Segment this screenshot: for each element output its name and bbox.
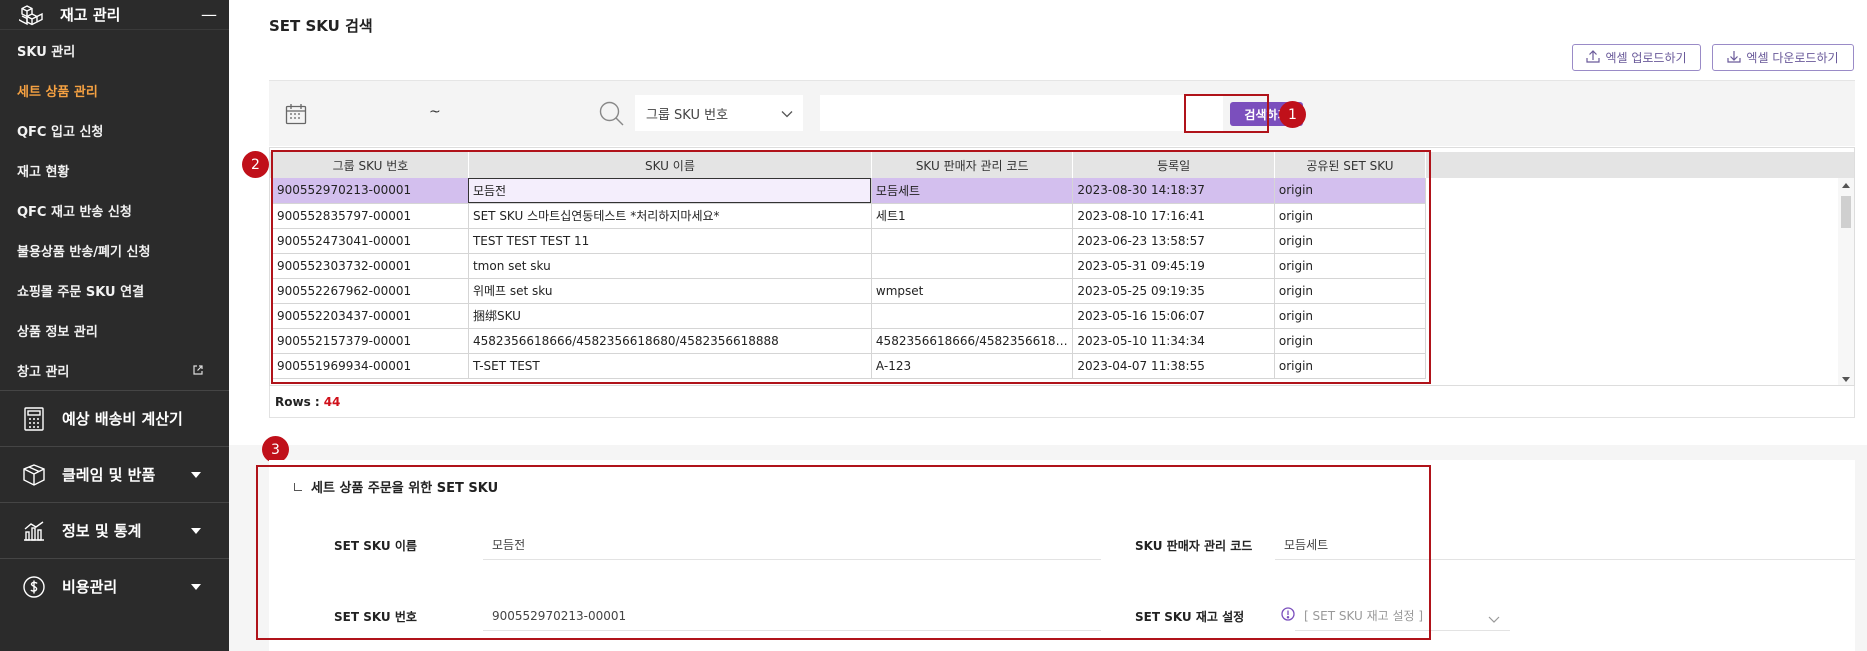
sidebar-section-title: 재고 관리 xyxy=(60,6,121,24)
excel-upload-label: 엑셀 업로드하기 xyxy=(1605,51,1687,65)
search-field-select[interactable]: 그룹 SKU 번호 xyxy=(635,95,803,131)
sidebar-item-qfc-inbound[interactable]: QFC 입고 신청 xyxy=(0,110,229,150)
sidebar-group-shipping-calc[interactable]: 예상 배송비 계산기 xyxy=(0,390,229,446)
calculator-icon xyxy=(20,406,48,432)
search-icon xyxy=(599,101,624,130)
annotation-badge-2: 2 xyxy=(242,151,269,178)
sidebar-item-label: QFC 재고 반송 신청 xyxy=(17,204,132,220)
sidebar-group-costs[interactable]: 비용관리 xyxy=(0,558,229,614)
caret-down-icon xyxy=(191,527,201,534)
sidebar-item-label: QFC 입고 신청 xyxy=(17,124,104,140)
rows-count-bar: Rows : 44 xyxy=(269,386,1855,418)
highlight-box-1 xyxy=(1184,94,1269,133)
box-return-icon xyxy=(20,462,48,488)
sidebar-submenu: SKU 관리 세트 상품 관리 QFC 입고 신청 재고 현황 QFC 재고 반… xyxy=(0,30,229,390)
sidebar-item-qfc-return[interactable]: QFC 재고 반송 신청 xyxy=(0,190,229,230)
sidebar-item-label: 세트 상품 관리 xyxy=(17,84,98,100)
boxes-icon xyxy=(18,3,46,27)
external-link-icon xyxy=(193,364,203,379)
sidebar-group-label: 클레임 및 반품 xyxy=(62,466,156,484)
excel-download-label: 엑셀 다운로드하기 xyxy=(1746,51,1839,65)
caret-down-icon xyxy=(191,583,201,590)
caret-down-icon xyxy=(191,471,201,478)
annotation-badge-1: 1 xyxy=(1279,101,1306,128)
download-icon xyxy=(1727,50,1742,66)
search-input[interactable] xyxy=(820,95,1223,131)
search-bar: ~ 그룹 SKU 번호 검색하기 xyxy=(269,80,1855,146)
page-title: SET SKU 검색 xyxy=(269,17,373,35)
sidebar-item-set-products[interactable]: 세트 상품 관리 xyxy=(0,70,229,110)
chart-icon xyxy=(20,518,48,544)
scroll-down-icon[interactable] xyxy=(1842,377,1850,382)
sidebar-item-label: 불용상품 반송/폐기 신청 xyxy=(17,244,151,260)
sidebar-item-stock-status[interactable]: 재고 현황 xyxy=(0,150,229,190)
excel-upload-button[interactable]: 엑셀 업로드하기 xyxy=(1572,44,1701,71)
scroll-thumb[interactable] xyxy=(1841,196,1851,228)
sidebar-item-unusable-return[interactable]: 불용상품 반송/폐기 신청 xyxy=(0,230,229,270)
highlight-box-3 xyxy=(256,465,1431,640)
sidebar-item-sku[interactable]: SKU 관리 xyxy=(0,30,229,70)
main-content: SET SKU 검색 엑셀 업로드하기 엑셀 다운로드하기 ~ 그룹 SKU 번… xyxy=(229,0,1867,651)
sidebar-item-warehouse[interactable]: 창고 관리 xyxy=(0,350,229,390)
dollar-coin-icon xyxy=(20,574,48,600)
upload-icon xyxy=(1586,49,1601,66)
sidebar-group-label: 비용관리 xyxy=(62,578,118,596)
search-field-select-value: 그룹 SKU 번호 xyxy=(646,107,729,123)
excel-download-button[interactable]: 엑셀 다운로드하기 xyxy=(1712,44,1854,71)
vertical-scrollbar[interactable] xyxy=(1838,178,1854,385)
sidebar-item-label: 재고 현황 xyxy=(17,164,70,180)
sidebar-item-label: SKU 관리 xyxy=(17,44,76,60)
sidebar: 재고 관리 — SKU 관리 세트 상품 관리 QFC 입고 신청 재고 현황 … xyxy=(0,0,229,651)
sidebar-group-stats[interactable]: 정보 및 통계 xyxy=(0,502,229,558)
chevron-down-icon xyxy=(781,107,793,122)
annotation-badge-3: 3 xyxy=(262,436,289,463)
rows-label: Rows : xyxy=(275,394,320,409)
collapse-minus-icon[interactable]: — xyxy=(189,5,229,24)
highlight-box-2 xyxy=(271,150,1431,384)
scroll-up-icon[interactable] xyxy=(1842,183,1850,188)
sidebar-item-label: 쇼핑몰 주문 SKU 연결 xyxy=(17,284,145,300)
sidebar-group-claims[interactable]: 클레임 및 반품 xyxy=(0,446,229,502)
sidebar-group-label: 예상 배송비 계산기 xyxy=(62,410,183,428)
date-range-separator: ~ xyxy=(429,104,441,120)
rows-count: 44 xyxy=(323,394,341,409)
sidebar-item-product-info[interactable]: 상품 정보 관리 xyxy=(0,310,229,350)
calendar-icon[interactable] xyxy=(285,103,307,129)
sidebar-item-mall-order-link[interactable]: 쇼핑몰 주문 SKU 연결 xyxy=(0,270,229,310)
sidebar-group-label: 정보 및 통계 xyxy=(62,522,142,540)
sidebar-section-inventory[interactable]: 재고 관리 — xyxy=(0,0,229,30)
chevron-down-icon xyxy=(1488,612,1500,626)
sidebar-item-label: 상품 정보 관리 xyxy=(17,324,98,340)
sidebar-item-label: 창고 관리 xyxy=(17,364,70,380)
